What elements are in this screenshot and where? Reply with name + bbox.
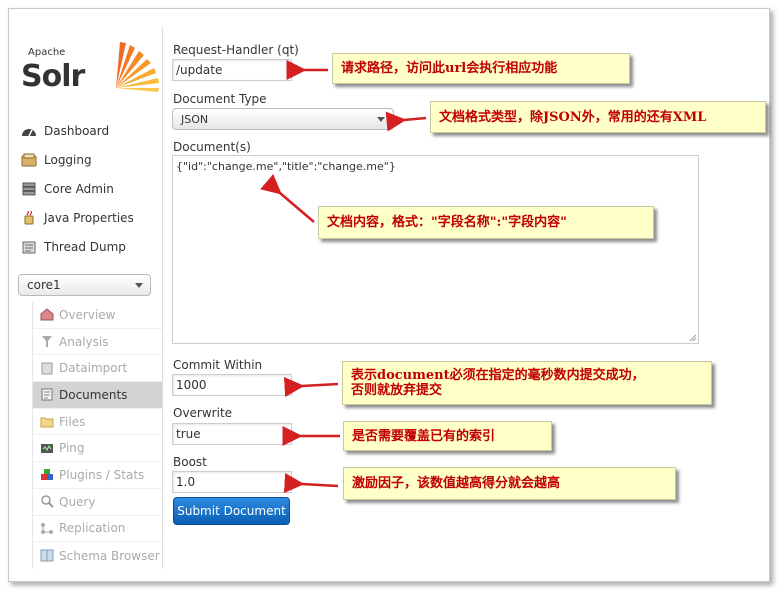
annotation-commit-within: 表示document必须在指定的毫秒数内提交成功， 否则就放弃提交 (342, 361, 712, 405)
annotation-boost: 激励因子，该数值越高得分就会越高 (343, 467, 676, 500)
annotation-text-line2: 否则就放弃提交 (351, 383, 443, 398)
annotation-overwrite: 是否需要覆盖已有的索引 (343, 421, 552, 451)
annotation-text-line1: 表示document必须在指定的毫秒数内提交成功， (351, 368, 645, 383)
arrow-document-type (385, 111, 427, 132)
arrow-documents (260, 174, 315, 223)
annotation-text: 激励因子，该数值越高得分就会越高 (352, 476, 561, 491)
annotation-documents: 文档内容，格式："字段名称":"字段内容" (318, 206, 654, 239)
annotation-text: 文档内容，格式："字段名称":"字段内容" (327, 215, 567, 230)
annotation-document-type: 文档格式类型，除JSON外，常用的还有XML (430, 101, 766, 133)
arrow-boost (283, 473, 339, 494)
annotation-request-handler: 请求路径，访问此url会执行相应功能 (332, 53, 630, 84)
annotation-text: 是否需要覆盖已有的索引 (352, 428, 496, 444)
annotation-text: 请求路径，访问此url会执行相应功能 (341, 61, 558, 76)
annotation-text: 文档格式类型，除JSON外，常用的还有XML (439, 109, 707, 125)
arrow-commit-within (283, 376, 339, 397)
annotation-arrows (260, 60, 427, 494)
